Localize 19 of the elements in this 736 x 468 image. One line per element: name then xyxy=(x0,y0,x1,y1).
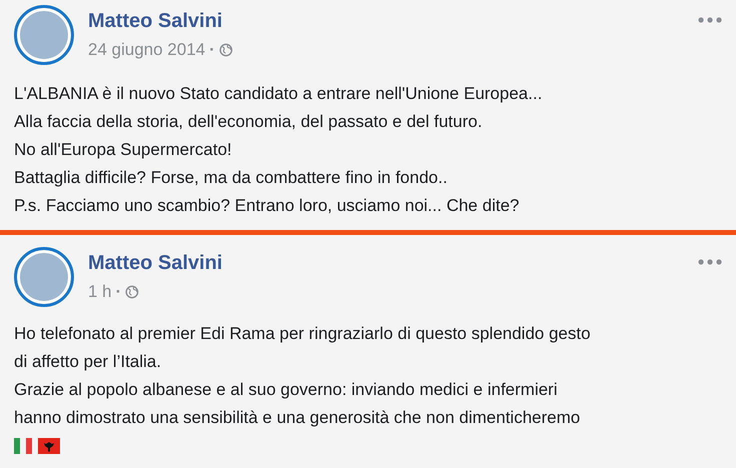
post-text-line: hanno dimostrato una sensibilità e una generosità che non dimenticheremo xyxy=(14,407,582,429)
albania-flag-icon xyxy=(38,438,60,454)
post-text-line: L'ALBANIA è il nuovo Stato candidato a entrare nell'Unione Europea... xyxy=(14,83,544,105)
post-text-line: P.s. Facciamo uno scambio? Entrano loro, usciamo noi... Che dite? xyxy=(14,195,520,217)
author-name[interactable]: Matteo Salvini xyxy=(88,10,222,32)
post-text-line: Grazie al popolo albanese e al suo governo: inviando medici e infermieri xyxy=(14,379,558,401)
post-text-line: Battaglia difficile? Forse, ma da combattere fino in fondo.. xyxy=(14,167,448,189)
globe-icon xyxy=(218,43,233,57)
more-options-icon[interactable] xyxy=(698,259,722,265)
author-name[interactable]: Matteo Salvini xyxy=(88,252,222,274)
post-text-line: Alla faccia della storia, dell'economia, del passato e del futuro. xyxy=(14,111,484,133)
more-options-icon[interactable] xyxy=(698,17,722,23)
globe-icon xyxy=(125,285,140,299)
post-text-line: di affetto per l’Italia. xyxy=(14,351,162,373)
post-text-line: Ho telefonato al premier Edi Rama per ringraziarlo di questo splendido gesto xyxy=(14,323,592,345)
separator-dot: · xyxy=(209,40,215,60)
post-text-line: No all'Europa Supermercato! xyxy=(14,139,233,161)
italy-flag-icon xyxy=(14,438,32,454)
separator-dot: · xyxy=(116,282,122,302)
